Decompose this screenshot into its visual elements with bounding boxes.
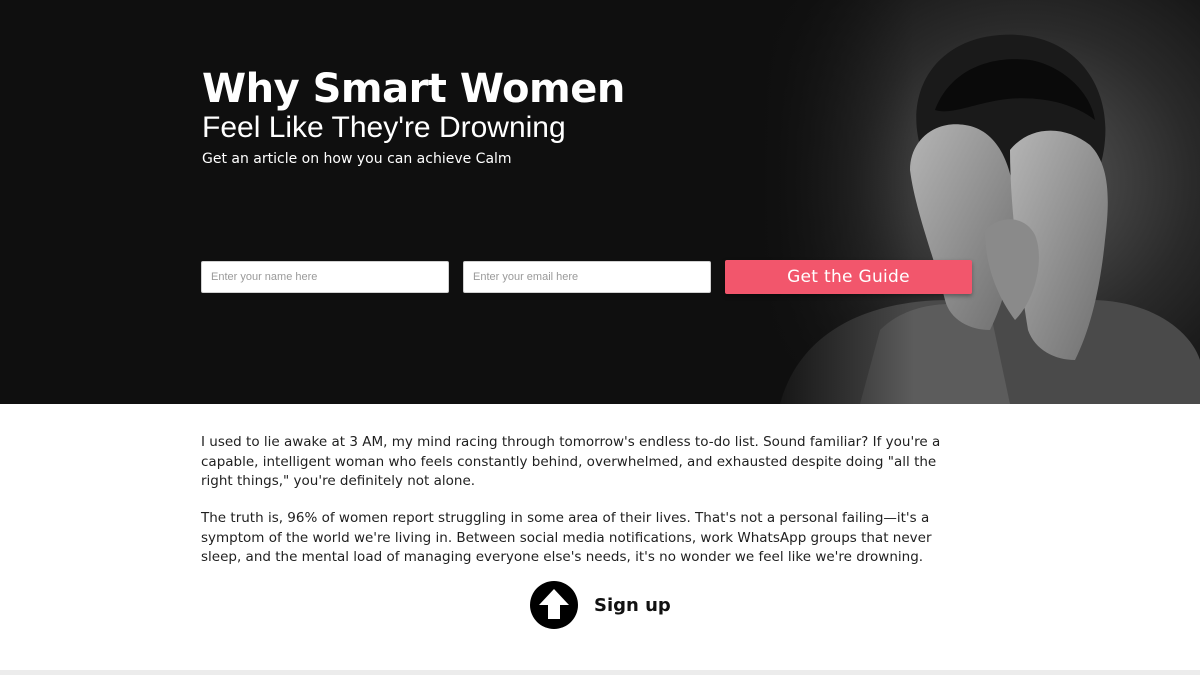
arrow-up-circle-icon[interactable] (530, 581, 578, 629)
hero-title-secondary: Feel Like They're Drowning (202, 111, 566, 144)
hero-title: Why Smart Women (202, 66, 625, 112)
article-paragraph-1: I used to lie awake at 3 AM, my mind rac… (201, 434, 941, 489)
hero-section: Why Smart Women Feel Like They're Drowni… (0, 0, 1200, 404)
hero-subtitle: Get an article on how you can achieve Ca… (202, 151, 512, 167)
get-guide-button[interactable]: Get the Guide (725, 260, 972, 294)
hero-photo (760, 0, 1200, 404)
sign-up-link[interactable]: Sign up (530, 581, 671, 629)
article-paragraph-2: The truth is, 96% of women report strugg… (201, 510, 932, 565)
name-input[interactable] (201, 261, 449, 293)
sign-up-label[interactable]: Sign up (594, 595, 671, 616)
article-section: I used to lie awake at 3 AM, my mind rac… (0, 404, 1200, 670)
email-input[interactable] (463, 261, 711, 293)
